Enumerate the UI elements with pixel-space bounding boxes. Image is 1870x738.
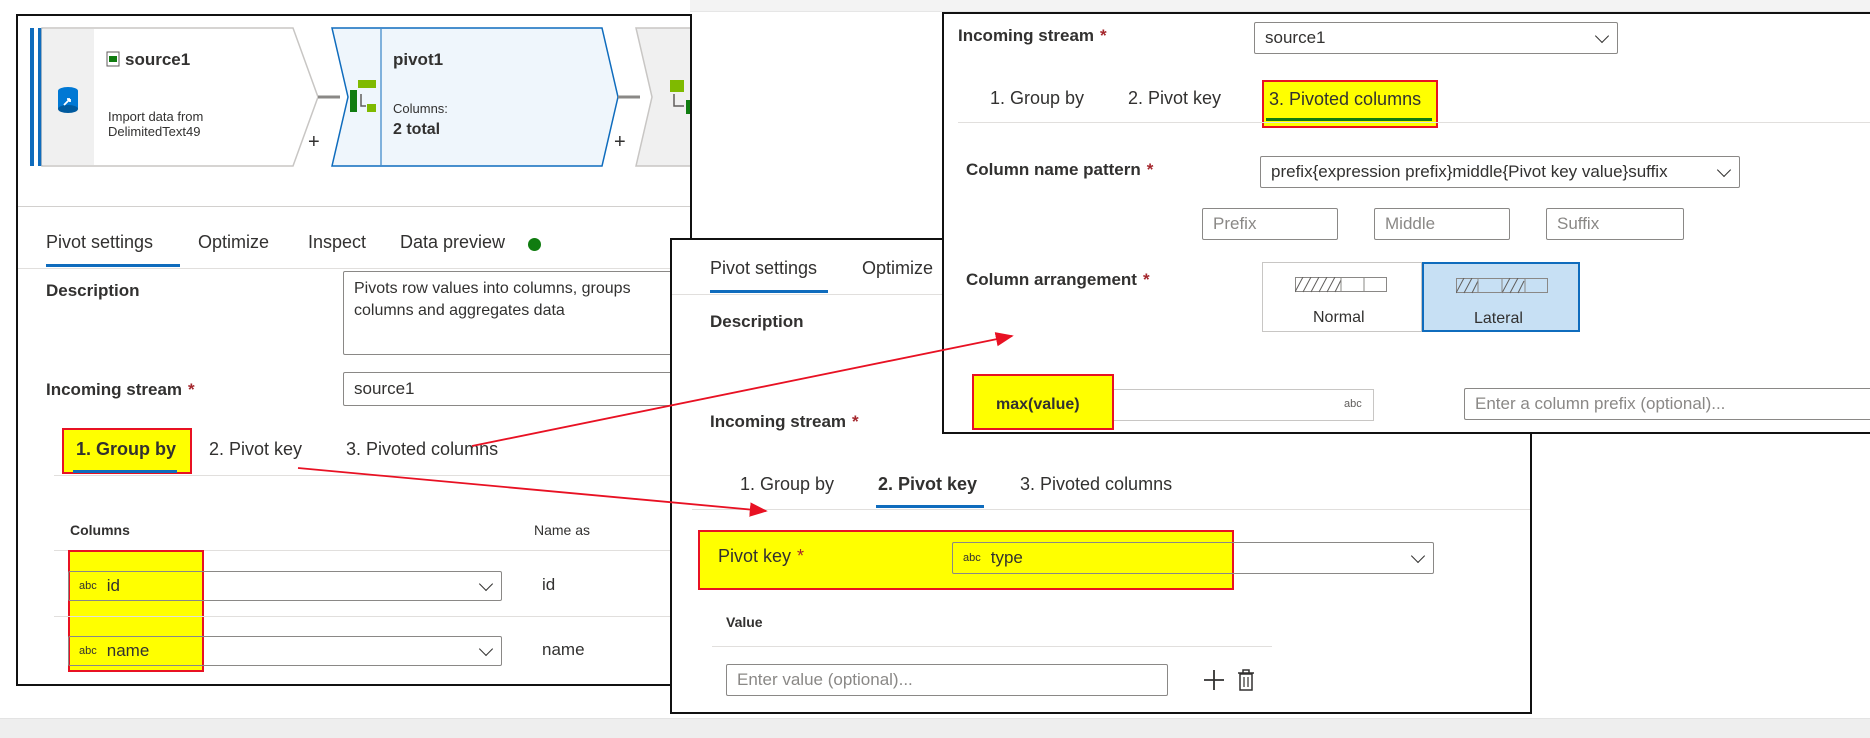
abc-type-icon: abc xyxy=(963,552,981,564)
source-node-desc-1: Import data from xyxy=(108,109,204,124)
incoming-stream-value: source1 xyxy=(1265,28,1326,47)
pattern-value: prefix{expression prefix}middle{Pivot ke… xyxy=(1271,162,1668,181)
arrangement-normal-option[interactable]: Normal xyxy=(1262,262,1422,332)
subtab-group-by[interactable]: 1. Group by xyxy=(740,474,834,495)
add-after-source-icon[interactable]: + xyxy=(308,131,320,154)
column-name-pattern-label: Column name pattern * xyxy=(966,160,1154,179)
delete-icon[interactable] xyxy=(1236,668,1256,692)
abc-type-icon: abc xyxy=(79,645,97,657)
incoming-stream-label: Incoming stream * xyxy=(710,412,859,431)
tab-separator xyxy=(18,268,690,269)
column-dropdown-name[interactable]: abc name xyxy=(68,636,502,666)
description-label: Description xyxy=(710,312,804,331)
source-node-desc-2: DelimitedText49 xyxy=(108,124,201,139)
chevron-down-icon xyxy=(478,641,494,657)
subtab-group-by[interactable]: 1. Group by xyxy=(76,439,176,460)
pivot-node-columns-label: Columns: xyxy=(393,101,448,116)
pivot-node-columns-value: 2 total xyxy=(393,121,441,138)
columns-header: Columns xyxy=(70,522,130,538)
sink-icon xyxy=(662,78,690,114)
expression-type-icon: abc xyxy=(1344,398,1362,410)
column-dropdown-id[interactable]: abc id xyxy=(68,571,502,601)
subtab-pivot-key[interactable]: 2. Pivot key xyxy=(878,474,977,495)
subtab-underline xyxy=(1266,118,1432,121)
lateral-layout-icon xyxy=(1456,278,1548,294)
tab-optimize[interactable]: Optimize xyxy=(862,258,933,279)
subtab-separator xyxy=(958,122,1870,123)
name-as-value[interactable]: name xyxy=(542,640,585,660)
source-node-title[interactable]: source1 xyxy=(125,50,190,70)
subtab-underline xyxy=(73,470,177,473)
value-separator xyxy=(712,646,1272,647)
left-panel: source1 Import data from DelimitedText49… xyxy=(16,14,692,686)
tab-data-preview[interactable]: Data preview xyxy=(400,232,505,253)
column-prefix-input[interactable]: Enter a column prefix (optional)... xyxy=(1464,388,1870,420)
pivot-icon xyxy=(348,78,378,114)
incoming-stream-label: Incoming stream * xyxy=(46,380,195,399)
column-name-pattern-dropdown[interactable]: prefix{expression prefix}middle{Pivot ke… xyxy=(1260,156,1740,188)
tab-inspect[interactable]: Inspect xyxy=(308,232,366,253)
pivot-key-value: type xyxy=(990,548,1023,567)
subtab-underline xyxy=(876,505,984,508)
normal-layout-icon xyxy=(1295,277,1387,293)
description-label: Description xyxy=(46,281,140,300)
description-box[interactable]: Pivots row values into columns, groups c… xyxy=(343,271,690,355)
incoming-stream-dropdown[interactable]: source1 xyxy=(1254,22,1618,54)
canvas-bottom-strip xyxy=(0,718,1870,738)
abc-type-icon: abc xyxy=(79,580,97,592)
flow-graph: source1 Import data from DelimitedText49… xyxy=(18,16,690,176)
right-panel: Incoming stream * source1 1. Group by 2. … xyxy=(942,12,1870,434)
name-as-value[interactable]: id xyxy=(542,575,555,595)
top-strip xyxy=(690,0,1870,12)
arrangement-lateral-option[interactable]: Lateral xyxy=(1422,262,1580,332)
incoming-stream-label: Incoming stream * xyxy=(958,26,1107,45)
chevron-down-icon xyxy=(478,576,494,592)
chevron-down-icon xyxy=(1410,548,1426,564)
pivot-key-label: Pivot key * xyxy=(718,546,805,566)
name-as-header: Name as xyxy=(534,522,591,538)
flow-separator xyxy=(18,206,690,207)
pivot-value-input[interactable]: Enter value (optional)... xyxy=(726,664,1168,696)
subtab-pivoted-columns[interactable]: 3. Pivoted columns xyxy=(1269,89,1421,110)
expression-value[interactable]: max(value) xyxy=(996,396,1080,414)
column-arrangement-label: Column arrangement * xyxy=(966,270,1150,289)
subtab-pivot-key[interactable]: 2. Pivot key xyxy=(1128,88,1221,109)
source-file-icon xyxy=(106,51,120,67)
pivot-key-dropdown[interactable]: abc type xyxy=(952,542,1434,574)
tab-underline xyxy=(710,290,828,293)
normal-option-label: Normal xyxy=(1313,309,1365,326)
subtab-group-by[interactable]: 1. Group by xyxy=(990,88,1084,109)
subtab-separator xyxy=(692,509,1530,510)
suffix-input[interactable]: Suffix xyxy=(1546,208,1684,240)
subtab-pivot-key[interactable]: 2. Pivot key xyxy=(209,439,302,460)
tab-pivot-settings[interactable]: Pivot settings xyxy=(710,258,817,279)
description-text: Pivots row values into columns, groups c… xyxy=(354,280,631,319)
lateral-option-label: Lateral xyxy=(1474,310,1523,327)
tab-pivot-settings[interactable]: Pivot settings xyxy=(46,232,153,253)
subtab-pivoted-columns[interactable]: 3. Pivoted columns xyxy=(1020,474,1172,495)
pivot-node-title[interactable]: pivot1 xyxy=(393,50,443,70)
row-separator xyxy=(54,616,690,617)
column-value: name xyxy=(106,641,150,660)
subtab-pivoted-columns[interactable]: 3. Pivoted columns xyxy=(346,439,498,460)
status-dot-icon xyxy=(528,238,541,251)
value-header: Value xyxy=(726,614,763,630)
add-after-pivot-icon[interactable]: + xyxy=(614,131,626,154)
source-db-icon xyxy=(56,86,80,114)
incoming-stream-dropdown[interactable]: source1 xyxy=(343,372,690,406)
tab-underline xyxy=(46,264,180,267)
chevron-down-icon xyxy=(1594,28,1610,44)
prefix-input[interactable]: Prefix xyxy=(1202,208,1338,240)
add-icon[interactable] xyxy=(1202,668,1226,692)
tab-optimize[interactable]: Optimize xyxy=(198,232,269,253)
chevron-down-icon xyxy=(1716,162,1732,178)
middle-input[interactable]: Middle xyxy=(1374,208,1510,240)
subtab-separator xyxy=(54,475,690,476)
column-value: id xyxy=(106,576,120,595)
